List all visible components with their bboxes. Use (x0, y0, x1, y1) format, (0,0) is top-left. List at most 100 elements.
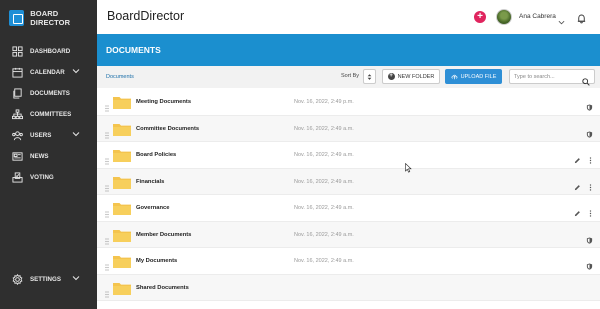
sidebar-item-dashboard[interactable]: DASHBOARD (12, 43, 92, 59)
upload-file-button[interactable]: UPLOAD FILE (445, 69, 502, 84)
document-list: Meeting Documents Nov. 16, 2022, 2:49 p.… (97, 89, 600, 301)
drag-handle-icon[interactable] (105, 232, 109, 245)
document-name[interactable]: Meeting Documents (136, 99, 191, 105)
sidebar-item-news[interactable]: NEWS (12, 148, 92, 164)
sidebar-item-label: DOCUMENTS (30, 89, 70, 97)
drag-handle-icon[interactable] (105, 258, 109, 271)
org-chart-icon (12, 108, 23, 120)
sidebar-item-label: NEWS (30, 152, 49, 160)
document-name[interactable]: Shared Documents (136, 285, 189, 291)
sidebar-item-label: DASHBOARD (30, 47, 71, 55)
document-name[interactable]: Board Policies (136, 152, 176, 158)
list-item[interactable]: Financials Nov. 16, 2022, 2:49 a.m. (97, 168, 600, 195)
sidebar-item-voting[interactable]: VOTING (12, 169, 92, 185)
plus-circle-icon: + (387, 73, 395, 80)
cloud-upload-icon (451, 74, 457, 80)
list-item[interactable]: Meeting Documents Nov. 16, 2022, 2:49 p.… (97, 89, 600, 116)
toolbar: Documents Sort By + NEW FOLDER UPLOAD FI… (97, 66, 600, 88)
board-director-logo (9, 10, 25, 26)
list-item[interactable]: Shared Documents (97, 274, 600, 301)
chevron-down-icon[interactable] (72, 274, 80, 282)
search-icon[interactable] (582, 73, 590, 86)
document-date: Nov. 16, 2022, 2:49 a.m. (294, 125, 354, 132)
avatar[interactable] (496, 9, 512, 25)
page-title: DOCUMENTS (106, 45, 161, 55)
more-vertical-icon[interactable] (587, 204, 594, 217)
upload-file-label: UPLOAD FILE (460, 73, 497, 80)
sidebar-item-settings[interactable]: SETTINGS (12, 271, 92, 287)
shield-icon[interactable] (586, 125, 593, 138)
drag-handle-icon[interactable] (105, 152, 109, 165)
document-name[interactable]: Governance (136, 205, 170, 211)
pencil-icon[interactable] (574, 178, 581, 190)
list-item[interactable]: Board Policies Nov. 16, 2022, 2:49 a.m. (97, 142, 600, 169)
breadcrumb[interactable]: Documents (106, 74, 134, 80)
chevron-down-icon[interactable] (558, 13, 565, 25)
drag-handle-icon[interactable] (105, 205, 109, 218)
new-folder-label: NEW FOLDER (397, 73, 435, 80)
folder-icon (113, 149, 131, 162)
new-folder-button[interactable]: + NEW FOLDER (382, 69, 440, 84)
folder-icon (113, 255, 131, 268)
drag-handle-icon[interactable] (105, 285, 109, 298)
drag-handle-icon[interactable] (105, 126, 109, 139)
users-icon (12, 130, 23, 141)
sidebar-item-label: COMMITTEES (30, 110, 72, 118)
sidebar-item-calendar[interactable]: CALENDAR (12, 64, 92, 80)
shield-icon[interactable] (586, 257, 593, 270)
folder-icon (113, 202, 131, 215)
more-vertical-icon[interactable] (587, 178, 594, 191)
mouse-cursor-icon (405, 160, 412, 173)
sidebar-item-users[interactable]: USERS (12, 127, 92, 143)
document-name[interactable]: Financials (136, 179, 164, 185)
voting-icon (12, 171, 23, 183)
drag-handle-icon[interactable] (105, 99, 109, 112)
search-input[interactable] (514, 72, 580, 82)
sort-icon (367, 74, 372, 80)
list-item[interactable]: Member Documents Nov. 16, 2022, 2:49 a.m… (97, 221, 600, 248)
sort-toggle-button[interactable] (363, 69, 376, 84)
shield-icon[interactable] (586, 231, 593, 244)
sidebar-item-label: CALENDAR (30, 68, 65, 76)
folder-icon (113, 229, 131, 242)
pencil-icon[interactable] (574, 151, 581, 164)
document-date: Nov. 16, 2022, 2:49 a.m. (294, 152, 354, 158)
list-item[interactable]: Governance Nov. 16, 2022, 2:49 a.m. (97, 195, 600, 222)
more-vertical-icon[interactable] (587, 151, 594, 164)
sidebar-item-documents[interactable]: DOCUMENTS (12, 85, 92, 101)
list-item[interactable]: My Documents Nov. 16, 2022, 2:49 a.m. (97, 248, 600, 275)
chevron-down-icon[interactable] (72, 130, 80, 138)
drag-handle-icon[interactable] (105, 179, 109, 192)
add-button[interactable]: + (474, 11, 486, 23)
document-name[interactable]: My Documents (136, 258, 177, 264)
document-date: Nov. 16, 2022, 2:49 a.m. (294, 258, 354, 264)
calendar-icon (12, 67, 23, 78)
newspaper-icon (12, 151, 23, 162)
bell-icon[interactable] (576, 11, 587, 24)
list-item[interactable]: Committee Documents Nov. 16, 2022, 2:49 … (97, 115, 600, 142)
document-date: Nov. 16, 2022, 2:49 a.m. (294, 205, 354, 211)
gear-icon (12, 273, 23, 285)
app-title: BoardDirector (107, 9, 185, 23)
chevron-down-icon[interactable] (72, 67, 80, 75)
sidebar-item-committees[interactable]: COMMITTEES (12, 106, 92, 122)
documents-icon (12, 87, 23, 99)
document-name[interactable]: Committee Documents (136, 126, 199, 132)
pencil-icon[interactable] (574, 204, 581, 217)
grid-icon (12, 45, 23, 57)
document-name[interactable]: Member Documents (136, 232, 191, 238)
document-date: Nov. 16, 2022, 2:49 a.m. (294, 178, 354, 185)
sidebar-item-label: USERS (30, 131, 52, 139)
document-date: Nov. 16, 2022, 2:49 a.m. (294, 231, 354, 238)
folder-icon (113, 96, 131, 109)
page-header: DOCUMENTS (97, 34, 600, 66)
document-date: Nov. 16, 2022, 2:49 p.m. (294, 99, 354, 105)
sidebar-item-label: VOTING (30, 173, 54, 181)
shield-icon[interactable] (586, 98, 593, 111)
top-bar: BoardDirector + Ana Cabrera (97, 0, 600, 34)
sidebar: BOARD DIRECTOR DASHBOARD CALENDAR DOCUME… (0, 0, 97, 309)
folder-icon (113, 123, 131, 136)
search-box[interactable] (509, 69, 595, 86)
user-name[interactable]: Ana Cabrera (519, 13, 556, 20)
brand[interactable]: BOARD DIRECTOR (9, 9, 97, 27)
